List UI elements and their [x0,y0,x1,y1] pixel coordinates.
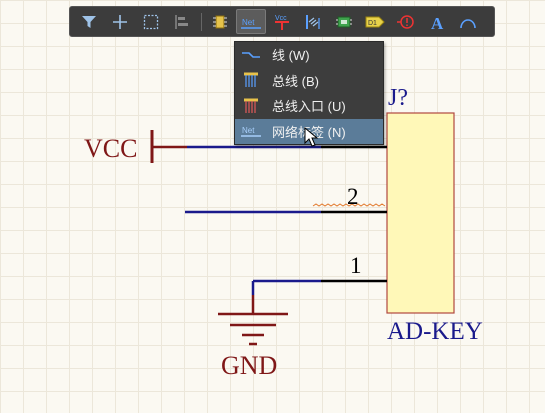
power-port-button[interactable]: Vcc [267,9,297,34]
net-label-button[interactable]: Net [236,9,266,34]
component-body[interactable] [386,112,455,314]
pin-2-number: 2 [347,184,359,209]
power-port-icon-text: Vcc [275,15,287,22]
filter-button[interactable] [74,9,104,34]
no-erc-icon [397,14,414,29]
net-label-icon: Net [241,18,261,29]
menu-item-bus[interactable]: 总线 (B) [235,68,383,94]
part-button[interactable] [329,9,359,34]
arc-button[interactable] [453,9,483,34]
toolbar-separator [201,12,202,31]
port-button[interactable]: D1 [360,9,390,34]
select-rect-button[interactable] [136,9,166,34]
bus-entry-icon [240,98,262,114]
align-icon [175,14,188,29]
component-comment[interactable]: AD-KEY [387,318,483,345]
placement-toolbar: Net Vcc D1 A [69,6,495,37]
designator[interactable]: J? [388,85,408,111]
menu-item-wire[interactable]: 线 (W) [235,42,383,68]
select-rect-icon [143,14,159,29]
text-button[interactable]: A [422,9,452,34]
menu-item-label: 线 (W) [272,48,310,64]
menu-item-bus-entry[interactable]: 总线入口 (U) [235,93,383,119]
align-button[interactable] [167,9,197,34]
text-icon-text: A [431,14,444,31]
bus-entry-button[interactable] [298,9,328,34]
no-erc-button[interactable] [391,9,421,34]
component-icon [213,15,227,28]
bus-icon [240,72,262,88]
gnd-label[interactable]: GND [221,351,277,380]
crosshair-button[interactable] [105,9,135,34]
port-icon-text: D1 [368,20,377,27]
net-label-icon-text: Net [242,18,255,27]
power-port-icon: Vcc [275,15,289,30]
pin-1-number: 1 [350,253,362,278]
arc-icon [460,18,476,28]
mouse-cursor-icon [304,127,319,147]
menu-item-label: 总线入口 (U) [272,99,346,115]
menu-item-label: 总线 (B) [272,73,319,89]
vcc-label[interactable]: VCC [84,134,137,163]
bus-entry-icon [306,14,320,29]
crosshair-icon [113,14,127,29]
menu-net-label-icon-text: Net [242,126,255,135]
part-icon [336,16,352,27]
filter-icon [82,15,96,28]
port-icon: D1 [365,16,385,27]
net-label-icon: Net [240,123,262,139]
text-icon: A [431,14,444,31]
component-button[interactable] [205,9,235,34]
wire-icon [240,47,262,63]
